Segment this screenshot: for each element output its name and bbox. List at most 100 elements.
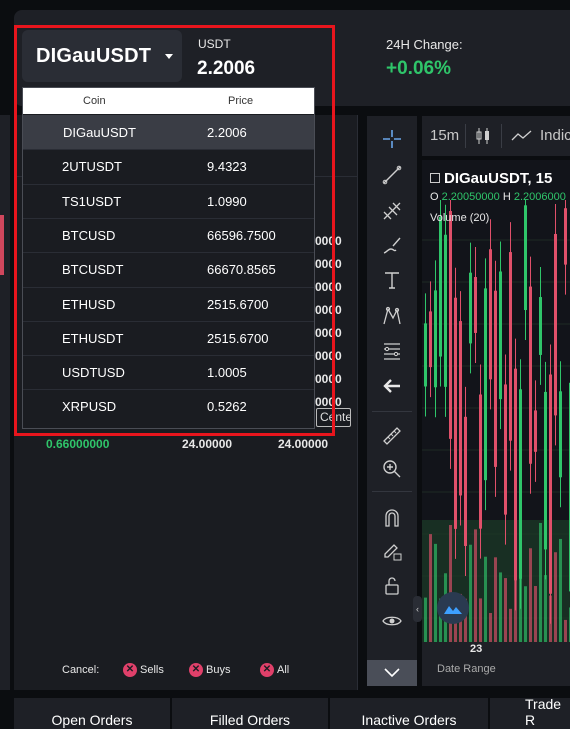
cancel-all-label: All (277, 664, 290, 676)
candle-body (494, 290, 497, 467)
dropdown-row[interactable]: DIGauUSDT 2.2006 (23, 115, 314, 149)
tab-filled-orders[interactable]: Filled Orders (172, 698, 328, 729)
volume-bar (524, 586, 527, 642)
volume-bar (484, 556, 487, 642)
chevron-down-icon (165, 53, 174, 59)
pair-selector[interactable]: DIGauUSDT (22, 30, 182, 82)
candle-body (519, 389, 522, 579)
candle-body (479, 394, 482, 529)
volume-bar (544, 575, 547, 642)
fib-icon[interactable] (367, 336, 417, 366)
back-arrow-icon[interactable] (367, 371, 417, 401)
dropdown-row[interactable]: XRPUSD 0.5262 (23, 389, 314, 423)
dropdown-row-coin: 2UTUSDT (62, 159, 122, 175)
chart-ohlc: O 2.20050000 H 2.2006000 (430, 191, 566, 203)
candle-body (449, 211, 452, 439)
volume-legend: Volume (20) (430, 212, 490, 224)
volume-bar (564, 619, 567, 642)
candle-body (434, 290, 437, 388)
timeframe-button[interactable]: 15m (430, 127, 459, 144)
dropdown-row[interactable]: ETHUSDT 2515.6700 (23, 321, 314, 355)
zoom-in-icon[interactable] (367, 454, 417, 484)
eye-icon[interactable] (367, 606, 417, 636)
order-book-total: 24.00000 (278, 437, 329, 451)
dropdown-row[interactable]: 2UTUSDT 9.4323 (23, 149, 314, 183)
chart-logo-icon (437, 592, 469, 624)
tab-inactive-orders[interactable]: Inactive Orders (330, 698, 488, 729)
volume-bar (514, 525, 517, 642)
toolbar-collapse-button[interactable] (367, 660, 417, 686)
volume-bar (499, 572, 502, 642)
cancel-buys-button[interactable]: ✕ Buys (189, 663, 230, 677)
unlock-icon[interactable] (367, 571, 417, 601)
candle-body (554, 233, 557, 416)
close-icon: ✕ (260, 663, 274, 677)
volume-bar (534, 586, 537, 642)
volume-bar (429, 534, 432, 642)
volume-bar (474, 529, 477, 642)
candle-body (469, 272, 472, 344)
dropdown-row[interactable]: BTCUSD 66596.7500 (23, 218, 314, 252)
dropdown-row[interactable]: BTCUSDT 66670.8565 (23, 252, 314, 286)
dropdown-row-coin: ETHUSD (62, 296, 116, 312)
dropdown-row[interactable]: TS1USDT 1.0990 (23, 184, 314, 218)
candle-body (454, 297, 457, 529)
pattern-icon[interactable] (367, 301, 417, 331)
ruler-icon[interactable] (367, 421, 417, 451)
volume-bar (469, 544, 472, 642)
order-book-cell: 0000 (315, 303, 342, 317)
volume-bar (489, 612, 492, 642)
candle-body (549, 374, 552, 594)
pitchfork-icon[interactable] (367, 196, 417, 226)
pair-selector-label: DIGauUSDT (36, 44, 152, 67)
date-range-button[interactable]: Date Range (437, 663, 496, 675)
pair-dropdown: Coin Price DIGauUSDT 2.2006 2UTUSDT 9.4323 T… (22, 87, 315, 429)
volume-bar (529, 548, 532, 642)
cancel-all-button[interactable]: ✕ All (260, 663, 289, 677)
chevron-left-icon[interactable]: ‹ (413, 596, 422, 622)
dropdown-row-coin: DIGauUSDT (63, 125, 136, 140)
volume-bar (494, 557, 497, 642)
order-book-cell: 0000 (315, 280, 342, 294)
text-icon[interactable] (367, 265, 417, 295)
magnet-icon[interactable] (367, 503, 417, 533)
left-panel-edge (0, 115, 10, 690)
order-book-cell: 0000 (315, 326, 342, 340)
collapse-icon[interactable] (430, 173, 440, 183)
candle-body (424, 323, 427, 387)
center-button[interactable]: Center (316, 408, 351, 427)
lock-pencil-icon[interactable] (367, 536, 417, 566)
time-axis-label: 23 (470, 643, 483, 655)
crosshair-icon[interactable] (367, 124, 417, 154)
candle-body (564, 208, 567, 265)
candle-body (524, 205, 527, 311)
order-book-amount: 24.00000 (182, 437, 233, 451)
cancel-sells-button[interactable]: ✕ Sells (123, 663, 164, 677)
dropdown-row-price: 2515.6700 (207, 330, 269, 346)
chevron-down-icon (384, 668, 400, 678)
candle-type-icon[interactable] (474, 126, 492, 146)
candle-body (534, 410, 537, 452)
candlestick-chart (422, 200, 570, 642)
dropdown-row-price: 9.4323 (207, 159, 247, 175)
price-chart[interactable] (422, 160, 570, 642)
dropdown-row-price: 66670.8565 (207, 262, 276, 278)
close-icon: ✕ (189, 663, 203, 677)
candle-body (429, 311, 432, 368)
tab-open-orders[interactable]: Open Orders (14, 698, 170, 729)
change-24h-value: +0.06% (386, 58, 451, 79)
dropdown-row[interactable]: USDTUSD 1.0005 (23, 355, 314, 389)
indicators-icon[interactable] (511, 129, 533, 143)
drawing-toolbar (367, 116, 417, 686)
column-header-price: Price (228, 95, 254, 107)
brush-icon[interactable] (367, 230, 417, 260)
cancel-bar: Cancel: ✕ Sells ✕ Buys ✕ All (14, 656, 358, 684)
indicators-button[interactable]: Indic (540, 127, 570, 144)
dropdown-row[interactable]: ETHUSD 2515.6700 (23, 287, 314, 321)
tab-trade-history[interactable]: Trade R (490, 696, 570, 729)
order-book-cell: 0000 (315, 257, 342, 271)
candle-body (544, 391, 547, 550)
trend-line-icon[interactable] (367, 160, 417, 190)
dropdown-header: Coin Price (23, 88, 314, 114)
dropdown-row-price: 2515.6700 (207, 296, 269, 312)
